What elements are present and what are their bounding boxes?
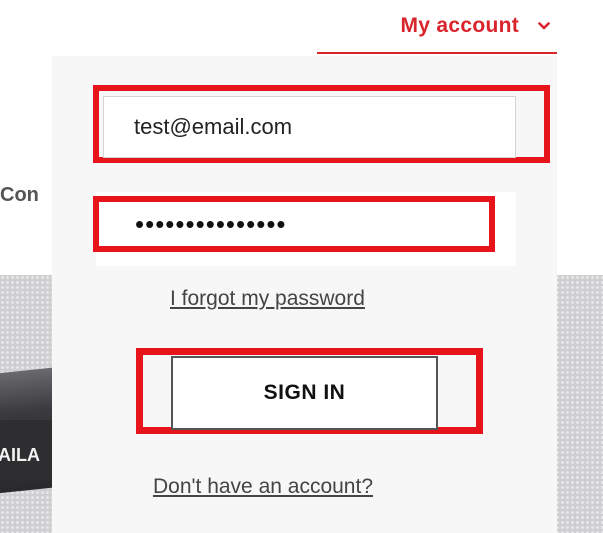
create-account-link[interactable]: Don't have an account? [153, 475, 373, 499]
my-account-label: My account [400, 14, 519, 37]
email-field[interactable] [103, 96, 516, 158]
password-highlight-box [93, 196, 495, 252]
banner-partial-label: AILA [0, 445, 40, 465]
my-account-menu[interactable]: My account [317, 0, 557, 54]
background-partial-text: Con [0, 184, 39, 206]
sign-in-button[interactable]: SIGN IN [171, 356, 438, 430]
forgot-password-link[interactable]: I forgot my password [170, 287, 365, 311]
chevron-down-icon [537, 19, 551, 33]
